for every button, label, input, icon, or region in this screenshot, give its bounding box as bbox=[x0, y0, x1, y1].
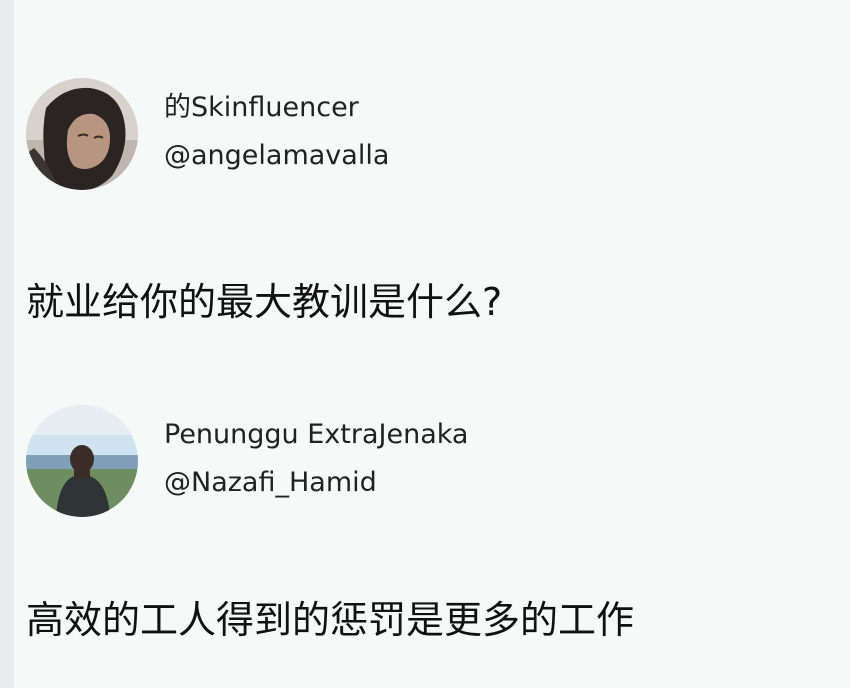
display-name[interactable]: Penunggu ExtraJenaka bbox=[164, 417, 468, 453]
avatar[interactable] bbox=[26, 78, 138, 190]
avatar-photo-icon bbox=[26, 405, 138, 517]
avatar[interactable] bbox=[26, 405, 138, 517]
user-handle[interactable]: @angelamavalla bbox=[164, 138, 389, 174]
avatar-photo-icon bbox=[26, 78, 138, 190]
display-name[interactable]: 的Skinfluencer bbox=[164, 90, 359, 126]
posts-card: 的Skinfluencer @angelamavalla 就业给你的最大教训是什… bbox=[14, 0, 850, 688]
post-text: 高效的工人得到的惩罚是更多的工作 bbox=[26, 598, 635, 642]
user-handle[interactable]: @Nazafi_Hamid bbox=[164, 465, 377, 501]
post-text: 就业给你的最大教训是什么? bbox=[26, 280, 503, 324]
left-edge-divider bbox=[0, 0, 14, 688]
